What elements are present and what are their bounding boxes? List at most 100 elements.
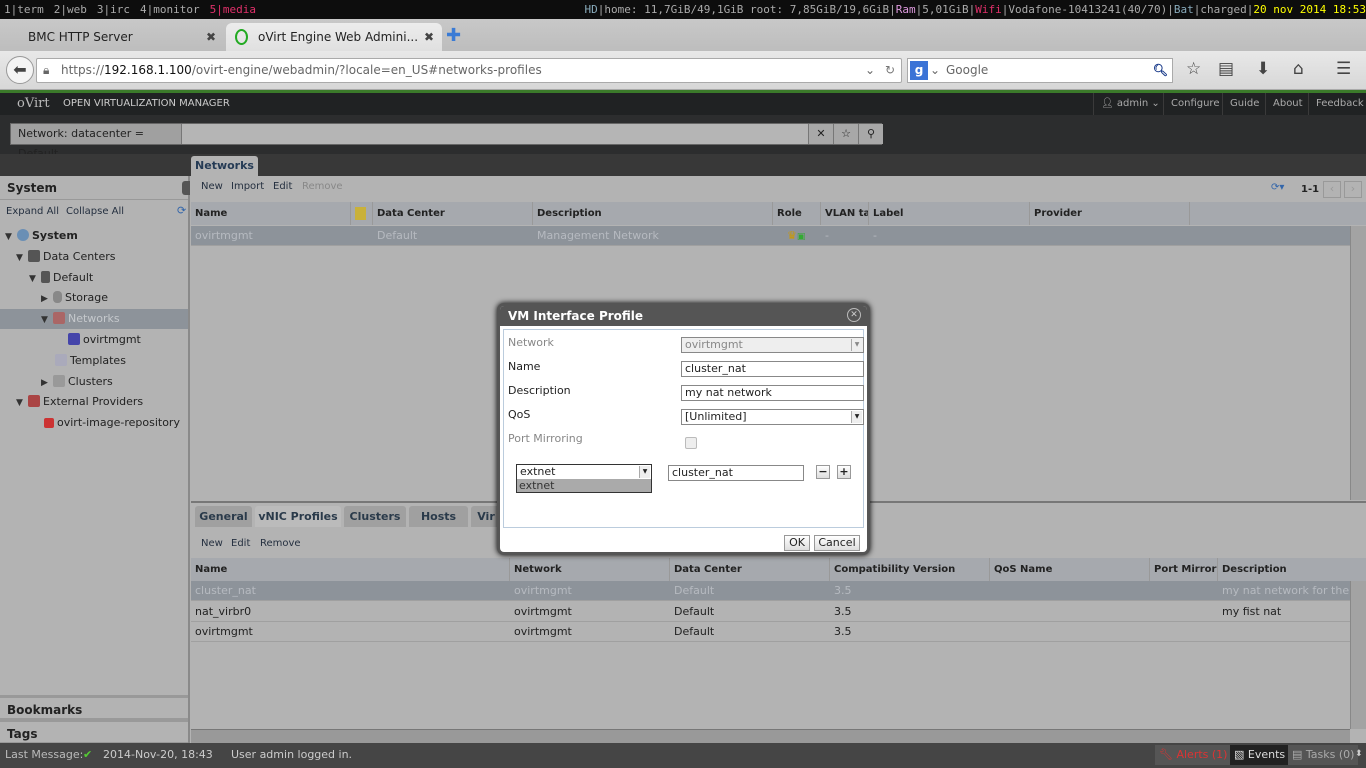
close-tab-icon[interactable]: ✖ — [424, 23, 434, 51]
col-name[interactable]: Name — [191, 202, 351, 225]
collapse-sidebar-handle[interactable] — [182, 181, 190, 195]
user-menu[interactable]: 👤︎ admin ⌄ — [1093, 93, 1167, 115]
name-input[interactable]: cluster_nat — [681, 361, 864, 377]
col-data-center[interactable]: Data Center — [373, 202, 533, 225]
menu-feedback[interactable]: Feedback — [1308, 93, 1366, 115]
reload-icon[interactable]: ↻ — [885, 59, 895, 82]
bookmark-star-icon[interactable]: ☆ — [1186, 59, 1201, 79]
back-arrow-icon[interactable]: ⬅ — [6, 56, 34, 84]
edit-profile-button[interactable]: Edit — [231, 538, 250, 549]
magnifier-icon[interactable]: 🔍︎ — [1153, 59, 1168, 82]
col-vlan[interactable]: VLAN tag — [821, 202, 869, 225]
tree-node-networks[interactable]: ▼ Networks — [0, 309, 188, 329]
tree-node-data-centers[interactable]: ▼ Data Centers — [16, 247, 116, 267]
vertical-scrollbar[interactable] — [1350, 226, 1366, 500]
col-comment[interactable] — [351, 202, 373, 225]
col-compat-version[interactable]: Compatibility Version — [830, 558, 990, 581]
bookmarks-panel[interactable]: Bookmarks — [0, 695, 188, 719]
search-bar[interactable]: g ⌄ Google 🔍︎ — [907, 58, 1173, 83]
tab-vnic-profiles[interactable]: vNIC Profiles — [255, 506, 341, 527]
tab-networks[interactable]: Networks — [191, 156, 258, 176]
add-row-button[interactable]: + — [837, 465, 851, 479]
table-row[interactable]: ovirtmgmt ovirtmgmt Default 3.5 — [191, 622, 1366, 642]
home-icon[interactable]: ⌂ — [1293, 59, 1304, 79]
col-data-center[interactable]: Data Center — [670, 558, 830, 581]
close-tab-icon[interactable]: ✖ — [206, 23, 216, 51]
remove-profile-button[interactable]: Remove — [260, 538, 301, 549]
qos-select[interactable]: [Unlimited] ▼ — [681, 409, 864, 425]
table-row[interactable]: nat_virbr0 ovirtmgmt Default 3.5 my fist nat — [191, 602, 1366, 622]
col-description[interactable]: Description — [1218, 558, 1366, 581]
refresh-icon[interactable]: ⟳ — [177, 204, 186, 217]
reading-list-icon[interactable]: ▤ — [1218, 59, 1234, 79]
profile-name-input[interactable]: cluster_nat — [668, 465, 804, 481]
dropdown-chevron-icon[interactable]: ⌄ — [865, 59, 875, 82]
port-mirroring-checkbox[interactable] — [685, 437, 697, 449]
provider-network-select[interactable]: extnet ▼ — [516, 464, 652, 480]
edit-button[interactable]: Edit — [273, 181, 292, 192]
menu-guide[interactable]: Guide — [1222, 93, 1266, 115]
refresh-icon[interactable]: ⟳▾ — [1271, 182, 1284, 193]
menu-configure[interactable]: Configure — [1163, 93, 1226, 115]
new-button[interactable]: New — [201, 181, 223, 192]
url-bar[interactable]: 🔒︎ https://192.168.1.100/ovirt-engine/web… — [36, 58, 902, 83]
tree-node-templates[interactable]: Templates — [55, 351, 126, 371]
close-icon[interactable]: ✕ — [847, 308, 861, 322]
search-query-input[interactable]: Network: datacenter = Default ✕☆⚲ — [10, 123, 883, 160]
network-select[interactable]: ovirtmgmt ▼ — [681, 337, 864, 353]
ok-button[interactable]: OK — [784, 535, 810, 551]
remove-row-button[interactable]: − — [816, 465, 830, 479]
new-profile-button[interactable]: New — [201, 538, 223, 549]
workspace-3[interactable]: 3|irc — [97, 3, 130, 16]
events-button[interactable]: ▧ Events — [1230, 745, 1290, 765]
expand-all-link[interactable]: Expand All — [6, 206, 59, 217]
table-row[interactable]: cluster_nat ovirtmgmt Default 3.5 my nat net… — [191, 581, 1366, 601]
tree-node-image-repository[interactable]: ovirt-image-repository — [44, 413, 180, 433]
alerts-button[interactable]: 🔧︎ Alerts (1) — [1155, 745, 1232, 765]
collapse-all-link[interactable]: Collapse All — [66, 206, 124, 217]
tree-node-system[interactable]: ▼ System — [5, 226, 78, 246]
browser-tab-ovirt[interactable]: oVirt Engine Web Admini... ✖ — [226, 23, 442, 51]
tab-clusters[interactable]: Clusters — [344, 506, 406, 527]
col-label[interactable]: Label — [869, 202, 1030, 225]
vertical-scrollbar[interactable] — [1350, 581, 1366, 729]
menu-hamburger-icon[interactable]: ☰ — [1336, 59, 1351, 79]
tree-node-default[interactable]: ▼ Default — [29, 268, 93, 288]
browser-tab-bmc[interactable]: BMC HTTP Server ✖ — [4, 23, 224, 51]
col-qos-name[interactable]: QoS Name — [990, 558, 1150, 581]
remove-button[interactable]: Remove — [302, 181, 343, 192]
table-row[interactable]: ovirtmgmt Default Management Network ♛▣ … — [191, 226, 1366, 246]
workspace-5[interactable]: 5|media — [210, 3, 256, 16]
expand-collapse-icon[interactable]: ⬍ — [1355, 743, 1363, 766]
workspace-2[interactable]: 2|web — [54, 3, 87, 16]
tasks-button[interactable]: ▤ Tasks (0) — [1288, 745, 1359, 765]
col-description[interactable]: Description — [533, 202, 773, 225]
tree-node-ovirtmgmt[interactable]: ovirtmgmt — [68, 330, 141, 350]
clear-search-icon[interactable]: ✕ — [808, 124, 833, 144]
tree-node-external-providers[interactable]: ▼ External Providers — [16, 392, 143, 412]
menu-about[interactable]: About — [1265, 93, 1310, 115]
col-role[interactable]: Role — [773, 202, 821, 225]
col-name[interactable]: Name — [191, 558, 510, 581]
tab-hosts[interactable]: Hosts — [409, 506, 468, 527]
tab-general[interactable]: General — [195, 506, 252, 527]
prev-page-button[interactable]: ‹ — [1323, 181, 1341, 198]
col-port-mirroring[interactable]: Port Mirroring — [1150, 558, 1218, 581]
horizontal-scrollbar[interactable] — [191, 729, 1350, 743]
col-network[interactable]: Network — [510, 558, 670, 581]
cancel-button[interactable]: Cancel — [814, 535, 860, 551]
next-page-button[interactable]: › — [1344, 181, 1362, 198]
workspace-1[interactable]: 1|term — [4, 3, 44, 16]
workspace-4[interactable]: 4|monitor — [140, 3, 200, 16]
search-icon[interactable]: ⚲ — [858, 124, 883, 144]
import-button[interactable]: Import — [231, 181, 264, 192]
tree-node-storage[interactable]: ▶ Storage — [41, 288, 108, 308]
tree-node-clusters[interactable]: ▶ Clusters — [41, 372, 113, 392]
description-input[interactable]: my nat network — [681, 385, 864, 401]
col-provider[interactable]: Provider — [1030, 202, 1190, 225]
new-tab-plus-icon[interactable]: ✚ — [446, 25, 461, 46]
download-arrow-icon[interactable]: ⬇ — [1256, 59, 1270, 79]
dropdown-option-extnet[interactable]: extnet — [516, 479, 652, 493]
bookmark-star-icon[interactable]: ☆ — [833, 124, 858, 144]
google-icon[interactable]: g — [910, 61, 928, 80]
